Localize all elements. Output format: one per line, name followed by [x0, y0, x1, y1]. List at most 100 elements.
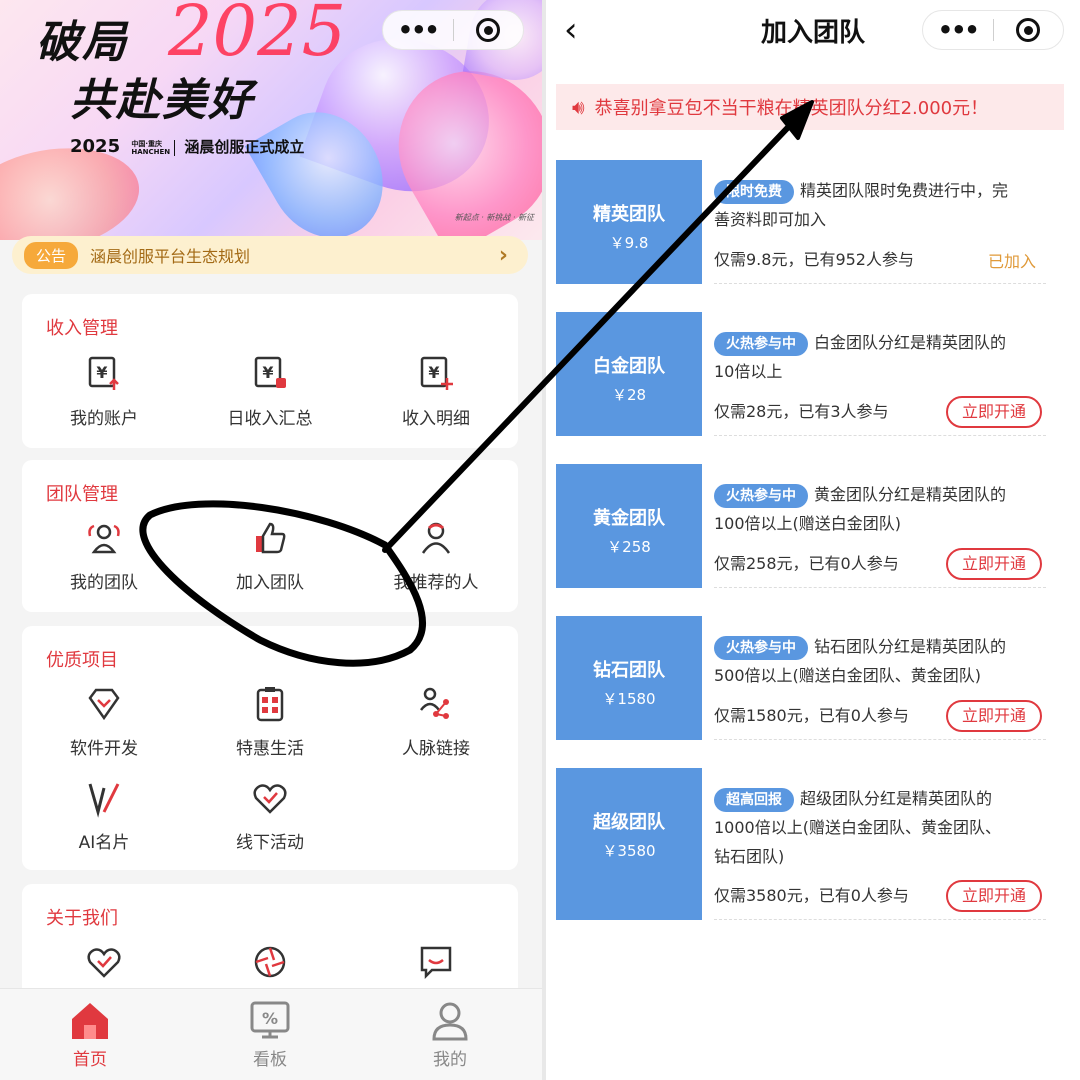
- team-badge: 火热参与中: [714, 332, 808, 356]
- team-tier-card[interactable]: 钻石团队 ￥1580: [556, 616, 702, 740]
- team-meta: 仅需1580元，已有0人参与: [714, 706, 909, 725]
- announcement-text: 涵晨创服平台生态规划: [90, 247, 251, 266]
- brand-city: 中国·重庆: [131, 139, 163, 148]
- team-description: 超高回报 超级团队分红是精英团队的1000倍以上(赠送白金团队、黄金团队、钻石团队…: [714, 784, 1014, 871]
- about-item-2[interactable]: [190, 942, 350, 982]
- team-name: 白金团队: [593, 356, 665, 377]
- activate-now-button[interactable]: 立即开通: [946, 548, 1042, 580]
- software-dev-button[interactable]: 软件开发: [24, 684, 184, 759]
- team-tier-card[interactable]: 黄金团队 ￥258: [556, 464, 702, 588]
- banner-slogan: 新起点 · 新挑战 · 新征: [454, 213, 534, 222]
- income-detail-button[interactable]: ¥ 收入明细: [356, 354, 516, 429]
- profile-icon: [432, 1002, 468, 1041]
- my-referrals-button[interactable]: 我推荐的人: [356, 518, 516, 593]
- daily-income-button[interactable]: ¥ 日收入汇总: [190, 354, 350, 429]
- person-icon: [421, 522, 451, 554]
- row-divider: [714, 283, 1046, 284]
- dashboard-icon: %: [250, 1001, 290, 1039]
- tab-home[interactable]: 首页: [30, 999, 150, 1070]
- section-title: 关于我们: [46, 908, 118, 929]
- close-miniprogram-button[interactable]: [454, 18, 524, 42]
- team-tier-card[interactable]: 精英团队 ￥9.8: [556, 160, 702, 284]
- home-icon: [72, 1003, 108, 1039]
- network-link-button[interactable]: 人脉链接: [356, 684, 516, 759]
- grid-item-label: 线下活动: [236, 833, 304, 853]
- more-menu-button[interactable]: •••: [383, 10, 453, 50]
- team-description: 火热参与中 白金团队分红是精英团队的10倍以上: [714, 328, 1014, 386]
- join-team-button[interactable]: 加入团队: [190, 518, 350, 593]
- section-title: 团队管理: [46, 484, 118, 505]
- grid-item-label: 我的账户: [70, 409, 138, 429]
- dividend-marquee: 🔊︎ 恭喜别拿豆包不当干粮在精英团队分红2.000元！: [556, 84, 1064, 130]
- grid-item-label: 人脉链接: [402, 739, 470, 759]
- about-item-1[interactable]: [24, 942, 184, 982]
- home-screen: 2025 破局 共赴美好 2025 中国·重庆 HANCHEN 涵晨创服正式成立 …: [0, 0, 542, 1080]
- row-divider: [714, 587, 1046, 588]
- speaker-icon: 🔊︎: [572, 95, 585, 119]
- join-team-screen: ‹ 加入团队 ••• 🔊︎ 恭喜别拿豆包不当干粮在精英团队分红2.000元！ 精…: [546, 0, 1080, 1080]
- activate-now-button[interactable]: 立即开通: [946, 396, 1042, 428]
- team-badge: 火热参与中: [714, 484, 808, 508]
- miniprogram-capsule: •••: [382, 10, 524, 50]
- chevron-right-icon: ›: [498, 242, 508, 268]
- team-meta: 仅需258元，已有0人参与: [714, 554, 899, 573]
- row-divider: [714, 919, 1046, 920]
- ai-card-button[interactable]: AI名片: [24, 778, 184, 853]
- heart-check-icon: [253, 784, 287, 814]
- close-miniprogram-button[interactable]: [994, 18, 1064, 42]
- team-meta: 仅需28元，已有3人参与: [714, 402, 889, 421]
- grid-item-label: 加入团队: [236, 573, 304, 593]
- team-meta: 仅需3580元，已有0人参与: [714, 886, 909, 905]
- team-description: 火热参与中 钻石团队分红是精英团队的500倍以上(赠送白金团队、黄金团队): [714, 632, 1014, 690]
- tab-label: 我的: [433, 1050, 467, 1070]
- quality-projects-card: 优质项目 软件开发 特惠生活 人脉链接 AI名片 线下活动: [22, 626, 518, 870]
- team-price: ￥258: [607, 538, 651, 556]
- team-price: ￥3580: [602, 842, 656, 860]
- team-price: ￥9.8: [609, 234, 649, 252]
- activate-now-button[interactable]: 立即开通: [946, 700, 1042, 732]
- team-badge: 火热参与中: [714, 636, 808, 660]
- grid-item-label: AI名片: [78, 833, 130, 853]
- announcement-bar[interactable]: 公告 涵晨创服平台生态规划 ›: [12, 236, 528, 274]
- tab-dashboard[interactable]: % 看板: [210, 999, 330, 1070]
- my-account-button[interactable]: ¥ 我的账户: [24, 354, 184, 429]
- my-team-button[interactable]: 我的团队: [24, 518, 184, 593]
- special-life-button[interactable]: 特惠生活: [190, 684, 350, 759]
- row-divider: [714, 435, 1046, 436]
- about-item-3[interactable]: [356, 942, 516, 982]
- target-icon: [476, 18, 501, 42]
- aperture-icon: [254, 946, 286, 978]
- team-meta: 仅需9.8元，已有952人参与: [714, 250, 914, 269]
- announcement-tag: 公告: [24, 241, 79, 269]
- team-tier-card[interactable]: 超级团队 ￥3580: [556, 768, 702, 920]
- svg-text:¥: ¥: [428, 363, 439, 382]
- svg-text:¥: ¥: [96, 363, 107, 382]
- team-price: ￥28: [611, 386, 647, 404]
- team-tier-card[interactable]: 白金团队 ￥28: [556, 312, 702, 436]
- grid-item-label: 我推荐的人: [393, 573, 479, 593]
- team-badge: 限时免费: [714, 180, 794, 204]
- activate-now-button[interactable]: 立即开通: [946, 880, 1042, 912]
- promo-banner[interactable]: 2025 破局 共赴美好 2025 中国·重庆 HANCHEN 涵晨创服正式成立 …: [0, 0, 542, 240]
- thumbs-up-icon: [256, 522, 286, 554]
- svg-text:%: %: [262, 1009, 278, 1028]
- team-management-card: 团队管理 我的团队 加入团队 我推荐的人: [22, 460, 518, 612]
- more-menu-button[interactable]: •••: [923, 10, 993, 50]
- team-name: 超级团队: [593, 812, 665, 833]
- daily-income-icon: ¥: [254, 356, 286, 388]
- account-yen-icon: ¥: [88, 356, 119, 390]
- team-row: 黄金团队 ￥258 火热参与中 黄金团队分红是精英团队的100倍以上(赠送白金团队…: [556, 464, 1060, 588]
- team-description: 火热参与中 黄金团队分红是精英团队的100倍以上(赠送白金团队): [714, 480, 1014, 538]
- income-management-card: 收入管理 ¥ 我的账户 ¥ 日收入汇总 ¥ 收入明细: [22, 294, 518, 448]
- grid-item-label: 收入明细: [402, 409, 470, 429]
- banner-year-script: 2025: [168, 0, 347, 72]
- team-row: 超级团队 ￥3580 超高回报 超级团队分红是精英团队的1000倍以上(赠送白金团…: [556, 768, 1060, 920]
- network-icon: [420, 687, 449, 719]
- tab-label: 首页: [73, 1050, 107, 1070]
- banner-sub-text: 涵晨创服正式成立: [184, 138, 305, 156]
- tab-profile[interactable]: 我的: [390, 999, 510, 1070]
- target-icon: [1016, 18, 1041, 42]
- brand-name: HANCHEN: [131, 147, 171, 156]
- offline-event-button[interactable]: 线下活动: [190, 778, 350, 853]
- row-divider: [714, 739, 1046, 740]
